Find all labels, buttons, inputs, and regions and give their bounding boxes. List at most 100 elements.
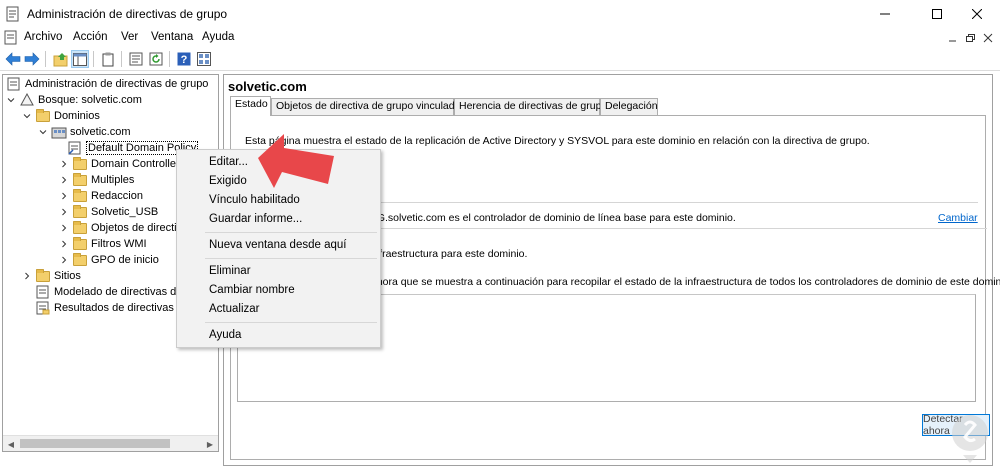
scroll-left-icon[interactable]: ◀ [6,439,16,449]
domains-folder-icon [35,108,51,123]
change-link[interactable]: Cambiar [938,212,978,224]
chevron-down-icon[interactable] [38,127,48,137]
tree-label: Redaccion [91,190,143,202]
chevron-right-icon[interactable] [59,191,69,201]
starter-gpo-folder-icon [72,252,88,267]
mdi-minimize-icon[interactable] [947,32,959,44]
tree-label: Filtros WMI [91,238,147,250]
menu-bar: Archivo Acción Ver Ventana Ayuda [0,28,1000,47]
tree-label: Sitios [54,270,81,282]
tree-item-starter-gpos[interactable]: GPO de inicio [59,252,159,268]
menu-item-eliminar[interactable]: Eliminar [178,261,379,281]
tree-item-wmi-filters[interactable]: Filtros WMI [59,236,147,252]
close-button[interactable] [954,0,1000,28]
ou-folder-icon [72,156,88,171]
menu-separator [205,232,377,233]
menu-separator [205,322,377,323]
toolbar: ? [0,47,1000,71]
chevron-down-icon[interactable] [6,95,16,105]
tree-label: Multiples [91,174,135,186]
domain-icon [51,125,67,139]
tree-item-root[interactable]: Administración de directivas de grupo [6,76,208,92]
menu-item-ayuda[interactable]: Ayuda [178,325,379,345]
ou-folder-icon [72,188,88,203]
tree-label: Dominios [54,110,100,122]
menu-item-actualizar[interactable]: Actualizar [178,299,379,319]
chevron-right-icon[interactable] [59,239,69,249]
chevron-right-icon[interactable] [59,175,69,185]
sites-folder-icon [35,268,51,283]
scroll-right-icon[interactable]: ▶ [205,439,215,449]
minimize-button[interactable] [862,0,908,28]
wmi-folder-icon [72,236,88,251]
tree-item-results[interactable]: Resultados de directivas d [35,300,183,316]
infra-status-text: infraestructura para este dominio. [371,248,528,260]
tree-label: solvetic.com [70,126,131,138]
properties-icon[interactable] [127,50,145,68]
tree-item-domains[interactable]: Dominios [22,108,100,124]
document-icon[interactable] [4,30,18,45]
chevron-right-icon[interactable] [59,255,69,265]
toolbar-separator [169,51,170,67]
back-icon[interactable] [4,50,22,68]
up-folder-icon[interactable] [52,50,70,68]
tree-item-sites[interactable]: Sitios [22,268,81,284]
tree-item-domain-controllers[interactable]: Domain Controllers [59,156,185,172]
chevron-down-icon[interactable] [22,111,32,121]
show-hide-tree-icon[interactable] [71,50,89,68]
tree-item-gpo-objects[interactable]: Objetos de directiva [59,220,188,236]
menu-archivo[interactable]: Archivo [24,31,62,43]
menu-ayuda[interactable]: Ayuda [202,31,234,43]
chevron-right-icon[interactable] [59,159,69,169]
tree-label: Administración de directivas de grupo [25,78,209,90]
tree-label: Bosque: solvetic.com [38,94,142,106]
horizontal-scrollbar[interactable]: ◀ ▶ [3,435,218,451]
forward-icon[interactable] [23,50,41,68]
mdi-close-icon[interactable] [982,32,994,44]
mdi-restore-icon[interactable] [964,32,976,44]
menu-ver[interactable]: Ver [121,31,138,43]
chevron-right-icon[interactable] [59,223,69,233]
tree-label: Modelado de directivas d [54,286,177,298]
toolbar-separator [93,51,94,67]
toolbar-separator [121,51,122,67]
tree-item-solvetic-usb[interactable]: Solvetic_USB [59,204,158,220]
gpmc-icon [6,77,22,91]
forest-icon [19,93,35,107]
menu-ventana[interactable]: Ventana [151,31,193,43]
tab-estado[interactable]: Estado [230,96,271,116]
tree-label: Solvetic_USB [91,206,159,218]
modeling-icon [35,285,51,299]
tree-item-domain[interactable]: solvetic.com [38,124,131,140]
tab-delegation[interactable]: Delegación [600,98,658,115]
scroll-thumb[interactable] [20,439,170,448]
gpo-link-icon [67,141,83,155]
tree-label: GPO de inicio [91,254,159,266]
clipboard-icon[interactable] [99,50,117,68]
menu-accion[interactable]: Acción [73,31,108,43]
watermark-logo-icon [952,415,988,463]
gpo-folder-icon [72,220,88,235]
tree-item-redaccion[interactable]: Redaccion [59,188,143,204]
menu-item-cambiar-nombre[interactable]: Cambiar nombre [178,280,379,300]
tab-inheritance[interactable]: Herencia de directivas de grupo [454,98,607,115]
refresh-icon[interactable] [147,50,165,68]
menu-item-nueva-ventana[interactable]: Nueva ventana desde aquí [178,235,379,255]
tree-label: Objetos de directiva [91,222,189,234]
results-icon [35,301,51,315]
help-icon[interactable]: ? [175,50,193,68]
title-bar: Administración de directivas de grupo [0,0,1000,28]
menu-separator [205,258,377,259]
chevron-right-icon[interactable] [22,271,32,281]
mmc-view-icon[interactable] [195,50,213,68]
chevron-right-icon[interactable] [59,207,69,217]
detect-instructions-text: ahora que se muestra a continuación para… [371,276,1000,288]
menu-item-guardar-informe[interactable]: Guardar informe... [178,209,379,229]
page-title: solvetic.com [228,79,307,94]
tab-linked-gpos[interactable]: Objetos de directiva de grupo vinculados [271,98,466,115]
ou-folder-icon [72,172,88,187]
tree-item-forest[interactable]: Bosque: solvetic.com [6,92,142,108]
tree-item-multiples[interactable]: Multiples [59,172,134,188]
tree-item-modeling[interactable]: Modelado de directivas d [35,284,176,300]
svg-text:?: ? [181,54,188,66]
